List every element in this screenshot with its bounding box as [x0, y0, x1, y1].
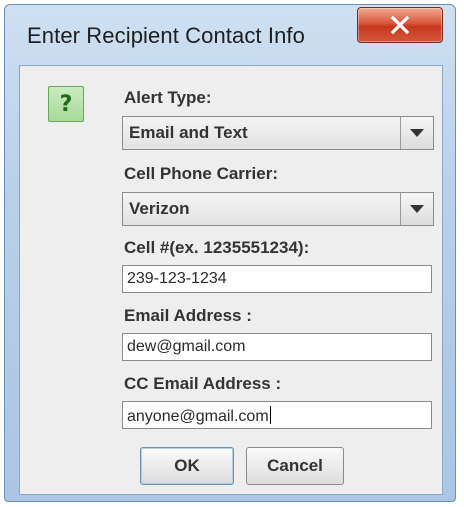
alert-type-dropdown[interactable]: Email and Text [122, 116, 434, 150]
cc-email-text: anyone@gmail.com [127, 406, 271, 426]
carrier-dropdown-button[interactable] [400, 193, 433, 225]
cell-number-field[interactable]: 239-123-1234 [122, 265, 432, 293]
close-icon [390, 15, 410, 35]
cell-number-value: 239-123-1234 [127, 270, 227, 287]
cc-email-value: anyone@gmail.com [127, 408, 269, 425]
carrier-dropdown[interactable]: Verizon [122, 192, 434, 226]
question-icon: ? [48, 86, 84, 122]
cancel-button[interactable]: Cancel [246, 447, 344, 485]
chevron-down-icon [410, 205, 424, 213]
alert-type-label: Alert Type: [124, 88, 212, 107]
ok-button[interactable]: OK [140, 447, 234, 485]
cell-number-label: Cell #(ex. 1235551234): [124, 238, 310, 257]
dialog-content: ? Alert Type: Email and Text Cell Phone … [19, 65, 443, 495]
alert-type-dropdown-button[interactable] [400, 117, 433, 149]
email-label: Email Address : [124, 306, 252, 325]
cc-email-label: CC Email Address : [124, 374, 282, 393]
carrier-label: Cell Phone Carrier: [124, 164, 278, 183]
cc-email-field[interactable]: anyone@gmail.com [122, 401, 432, 429]
dialog-window: Enter Recipient Contact Info ? Alert Typ… [4, 4, 456, 502]
dialog-title: Enter Recipient Contact Info [27, 23, 305, 48]
alert-type-value: Email and Text [129, 123, 248, 142]
email-value: dew@gmail.com [127, 338, 246, 355]
close-button[interactable] [357, 7, 443, 43]
title-bar[interactable]: Enter Recipient Contact Info [5, 5, 455, 65]
email-field[interactable]: dew@gmail.com [122, 333, 432, 361]
carrier-value: Verizon [129, 199, 190, 218]
text-caret [269, 406, 271, 424]
chevron-down-icon [410, 129, 424, 137]
